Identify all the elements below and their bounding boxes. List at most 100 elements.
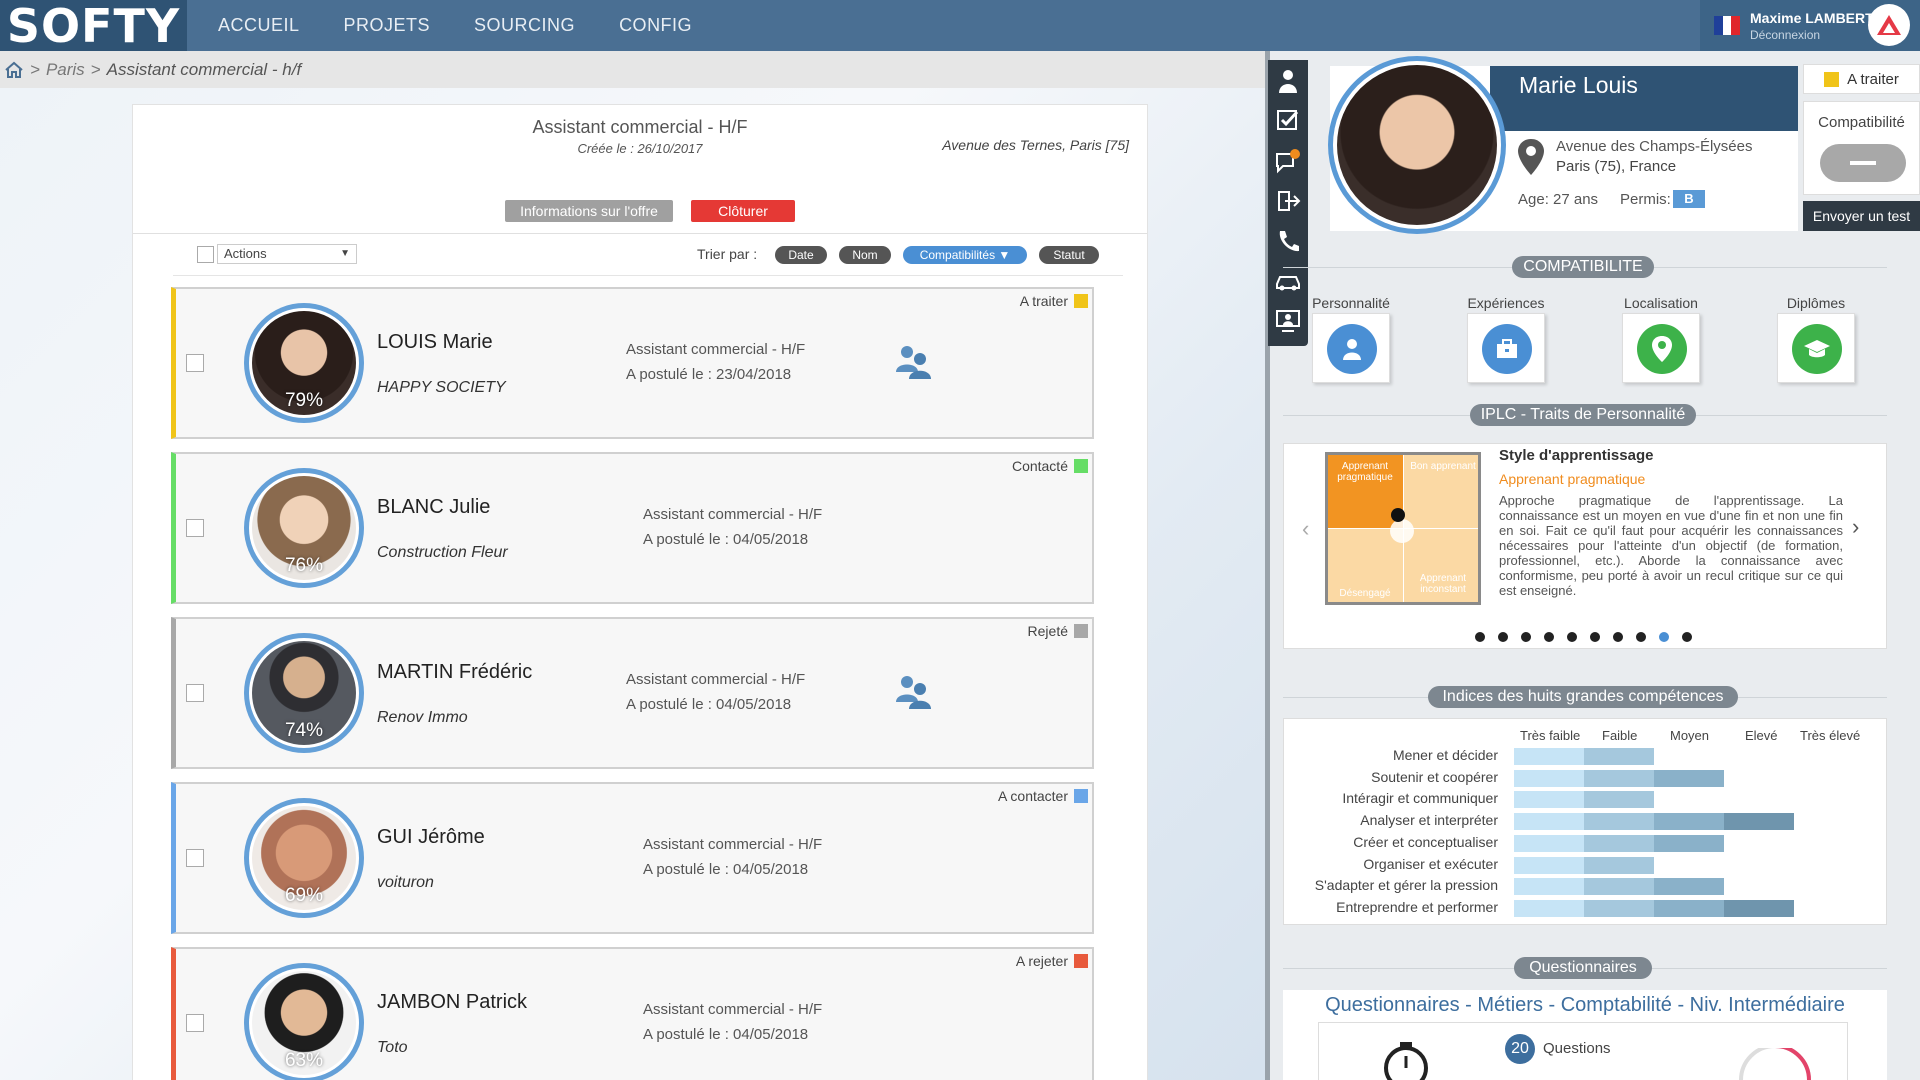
- candidate-applied-date: A postulé le : 04/05/2018: [643, 861, 809, 878]
- breadcrumb: > Paris > Assistant commercial - h/f: [0, 51, 1265, 88]
- candidate-checkbox[interactable]: [186, 519, 204, 537]
- carousel-dot[interactable]: [1636, 632, 1646, 642]
- candidate-job: Assistant commercial - H/F: [643, 1001, 823, 1018]
- chevron-right-icon[interactable]: ›: [1852, 514, 1859, 540]
- status-color-square: [1824, 71, 1840, 87]
- compatibility-percent: 63%: [284, 1050, 324, 1071]
- candidate-applied-date: A postulé le : 04/05/2018: [643, 531, 809, 548]
- candidate-checkbox[interactable]: [186, 849, 204, 867]
- candidate-status[interactable]: Rejeté: [1028, 623, 1088, 639]
- nav-sourcing[interactable]: SOURCING: [474, 15, 575, 36]
- candidate-card[interactable]: 69% GUI Jérôme voituron Assistant commer…: [171, 782, 1094, 934]
- candidate-card[interactable]: 63% JAMBON Patrick Toto Assistant commer…: [171, 947, 1094, 1080]
- offer-location: Avenue des Ternes, Paris [75]: [942, 137, 1129, 153]
- candidate-name[interactable]: JAMBON Patrick: [377, 991, 527, 1014]
- status-color-square: [1074, 954, 1088, 968]
- candidate-avatar[interactable]: 74%: [244, 633, 364, 753]
- carousel-dot[interactable]: [1567, 632, 1577, 642]
- candidate-status[interactable]: A rejeter: [1016, 953, 1088, 969]
- chat-notification-icon[interactable]: [1275, 148, 1301, 174]
- compat-label: Personnalité: [1312, 295, 1390, 311]
- candidate-name[interactable]: BLANC Julie: [377, 496, 490, 519]
- status-label: A traiter: [1019, 293, 1068, 309]
- candidate-avatar[interactable]: 76%: [244, 468, 364, 588]
- sort-compatibility-button[interactable]: Compatibilités ▼: [903, 246, 1027, 264]
- home-icon[interactable]: [4, 61, 24, 79]
- carousel-dot[interactable]: [1498, 632, 1508, 642]
- logout-link[interactable]: Déconnexion: [1750, 28, 1874, 42]
- sort-status-button[interactable]: Statut: [1039, 246, 1099, 264]
- skill-bar-segment: [1654, 899, 1724, 917]
- brand-icon[interactable]: [1868, 4, 1910, 46]
- level-header: Moyen: [1670, 728, 1710, 743]
- export-icon[interactable]: [1275, 188, 1301, 214]
- candidate-name[interactable]: GUI Jérôme: [377, 826, 485, 849]
- questionnaire-subtitle[interactable]: Questionnaires - Métiers - Comptabilité …: [1283, 994, 1887, 1017]
- nav-projets[interactable]: PROJETS: [344, 15, 431, 36]
- carousel-dot[interactable]: [1590, 632, 1600, 642]
- compat-item-localisation[interactable]: Localisation: [1621, 295, 1701, 383]
- candidate-name[interactable]: MARTIN Frédéric: [377, 661, 532, 684]
- candidate-checkbox[interactable]: [186, 354, 204, 372]
- app-logo[interactable]: SOFTY: [0, 0, 187, 53]
- select-all-checkbox[interactable]: [197, 246, 214, 263]
- main-nav: ACCUEIL PROJETS SOURCING CONFIG: [218, 0, 736, 51]
- candidate-status[interactable]: A traiter: [1020, 293, 1088, 309]
- team-icon[interactable]: [893, 671, 933, 711]
- sort-name-button[interactable]: Nom: [839, 246, 891, 264]
- phone-icon[interactable]: [1275, 228, 1301, 254]
- candidate-avatar[interactable]: 69%: [244, 798, 364, 918]
- presentation-icon[interactable]: [1275, 308, 1301, 334]
- stopwatch-icon: [1384, 1042, 1428, 1080]
- candidate-avatar[interactable]: 63%: [244, 963, 364, 1080]
- sort-date-button[interactable]: Date: [775, 246, 827, 264]
- offer-panel: Assistant commercial - H/F Créée le : 26…: [132, 104, 1148, 1080]
- candidate-card[interactable]: 79% LOUIS Marie HAPPY SOCIETY Assistant …: [171, 287, 1094, 439]
- carousel-dot[interactable]: [1475, 632, 1485, 642]
- skill-bar-segment: [1724, 813, 1794, 831]
- actions-dropdown[interactable]: Actions ▼: [217, 244, 357, 264]
- person-icon[interactable]: [1275, 68, 1301, 94]
- team-icon[interactable]: [893, 341, 933, 381]
- profile-photo[interactable]: [1328, 56, 1506, 234]
- compat-item-personnalite[interactable]: Personnalité: [1311, 295, 1391, 383]
- compatibility-percent: 74%: [284, 720, 324, 741]
- briefcase-icon: [1482, 324, 1532, 374]
- chevron-left-icon[interactable]: ‹: [1302, 516, 1309, 542]
- carousel-dot[interactable]: [1544, 632, 1554, 642]
- nav-accueil[interactable]: ACCUEIL: [218, 15, 300, 36]
- user-box: Maxime LAMBERT Déconnexion: [1700, 0, 1920, 51]
- profile-status-button[interactable]: A traiter: [1803, 64, 1920, 94]
- candidate-card[interactable]: 76% BLANC Julie Construction Fleur Assis…: [171, 452, 1094, 604]
- send-test-button[interactable]: Envoyer un test: [1803, 201, 1920, 231]
- offer-info-button[interactable]: Informations sur l'offre: [505, 200, 673, 222]
- carousel-dot[interactable]: [1521, 632, 1531, 642]
- close-offer-button[interactable]: Clôturer: [691, 200, 795, 222]
- nav-config[interactable]: CONFIG: [619, 15, 692, 36]
- compat-item-diplomes[interactable]: Diplômes: [1776, 295, 1856, 383]
- quadrant-label: Désengagé: [1339, 588, 1391, 599]
- compatibility-toggle[interactable]: [1820, 144, 1906, 182]
- skill-bar-segment: [1584, 834, 1654, 852]
- compat-item-experiences[interactable]: Expériences: [1466, 295, 1546, 383]
- carousel-dot[interactable]: [1682, 632, 1692, 642]
- skill-bar-segment: [1514, 856, 1584, 874]
- divider: [173, 275, 1123, 276]
- candidate-avatar[interactable]: 79%: [244, 303, 364, 423]
- carousel-dot[interactable]: [1613, 632, 1623, 642]
- candidate-status[interactable]: A contacter: [998, 788, 1088, 804]
- candidate-checkbox[interactable]: [186, 1014, 204, 1032]
- skill-label: Mener et décider: [1392, 747, 1498, 763]
- breadcrumb-city[interactable]: Paris: [46, 60, 85, 80]
- position-marker: [1391, 508, 1405, 522]
- checklist-icon[interactable]: [1275, 108, 1301, 134]
- quadrant-label: Bon apprenant: [1410, 461, 1476, 472]
- candidate-checkbox[interactable]: [186, 684, 204, 702]
- french-flag-icon[interactable]: [1714, 16, 1741, 35]
- candidate-name[interactable]: LOUIS Marie: [377, 331, 493, 354]
- skill-bar-segment: [1514, 878, 1584, 896]
- car-icon[interactable]: [1275, 268, 1301, 294]
- carousel-dot[interactable]: [1659, 632, 1669, 642]
- candidate-card[interactable]: 74% MARTIN Frédéric Renov Immo Assistant…: [171, 617, 1094, 769]
- candidate-status[interactable]: Contacté: [1012, 458, 1088, 474]
